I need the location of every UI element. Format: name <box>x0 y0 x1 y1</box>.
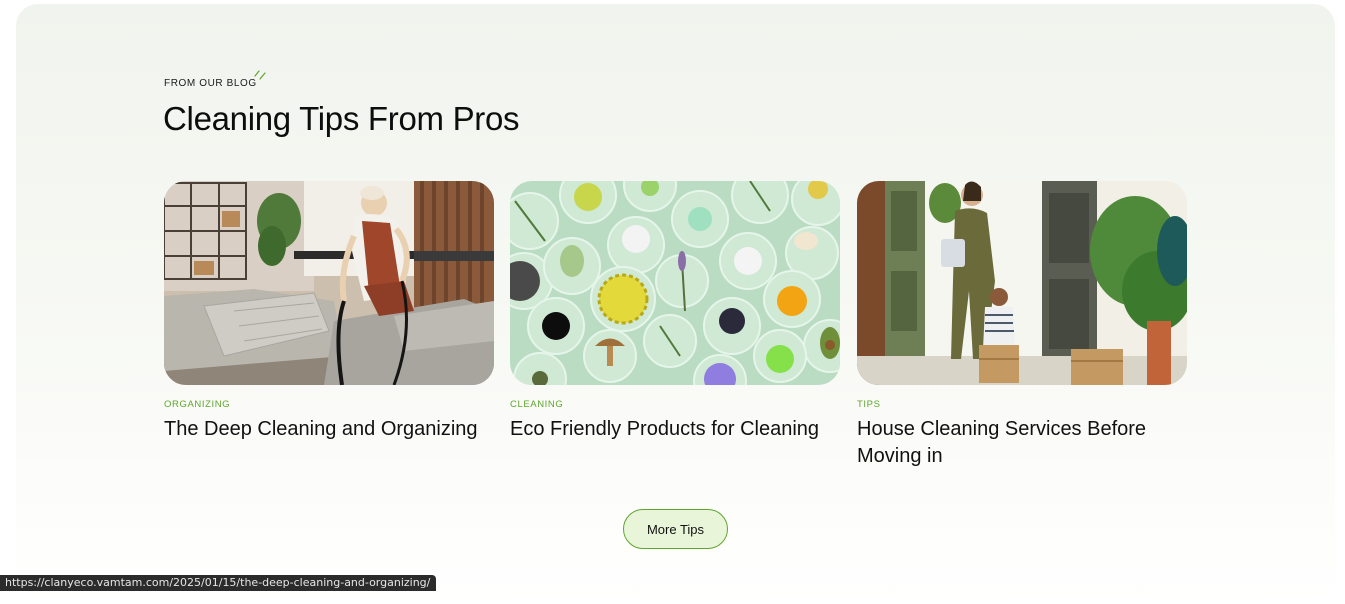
post-image-deep-cleaning[interactable] <box>164 181 494 385</box>
more-tips-button[interactable]: More Tips <box>623 509 728 549</box>
section-title: Cleaning Tips From Pros <box>163 100 520 137</box>
browser-status-url: https://clanyeco.vamtam.com/2025/01/15/t… <box>0 575 437 591</box>
post-image-moving-in[interactable] <box>857 181 1187 385</box>
post-category[interactable]: TIPS <box>857 399 881 410</box>
post-title[interactable]: Eco Friendly Products for Cleaning <box>510 416 840 443</box>
blog-card-moving-in[interactable]: TIPS House Cleaning Services Before Movi… <box>857 181 1187 467</box>
slash-decoration-icon <box>254 70 266 80</box>
blog-card-eco-friendly[interactable]: CLEANING Eco Friendly Products for Clean… <box>510 181 840 440</box>
blog-card-deep-cleaning[interactable]: ORGANIZING The Deep Cleaning and Organiz… <box>164 181 494 440</box>
post-title[interactable]: The Deep Cleaning and Organizing <box>164 416 494 443</box>
post-category[interactable]: ORGANIZING <box>164 399 230 410</box>
section-eyebrow: FROM OUR BLOG <box>164 78 257 89</box>
post-category[interactable]: CLEANING <box>510 399 563 410</box>
post-title[interactable]: House Cleaning Services Before Moving in <box>857 416 1187 470</box>
post-image-eco-friendly[interactable] <box>510 181 840 385</box>
